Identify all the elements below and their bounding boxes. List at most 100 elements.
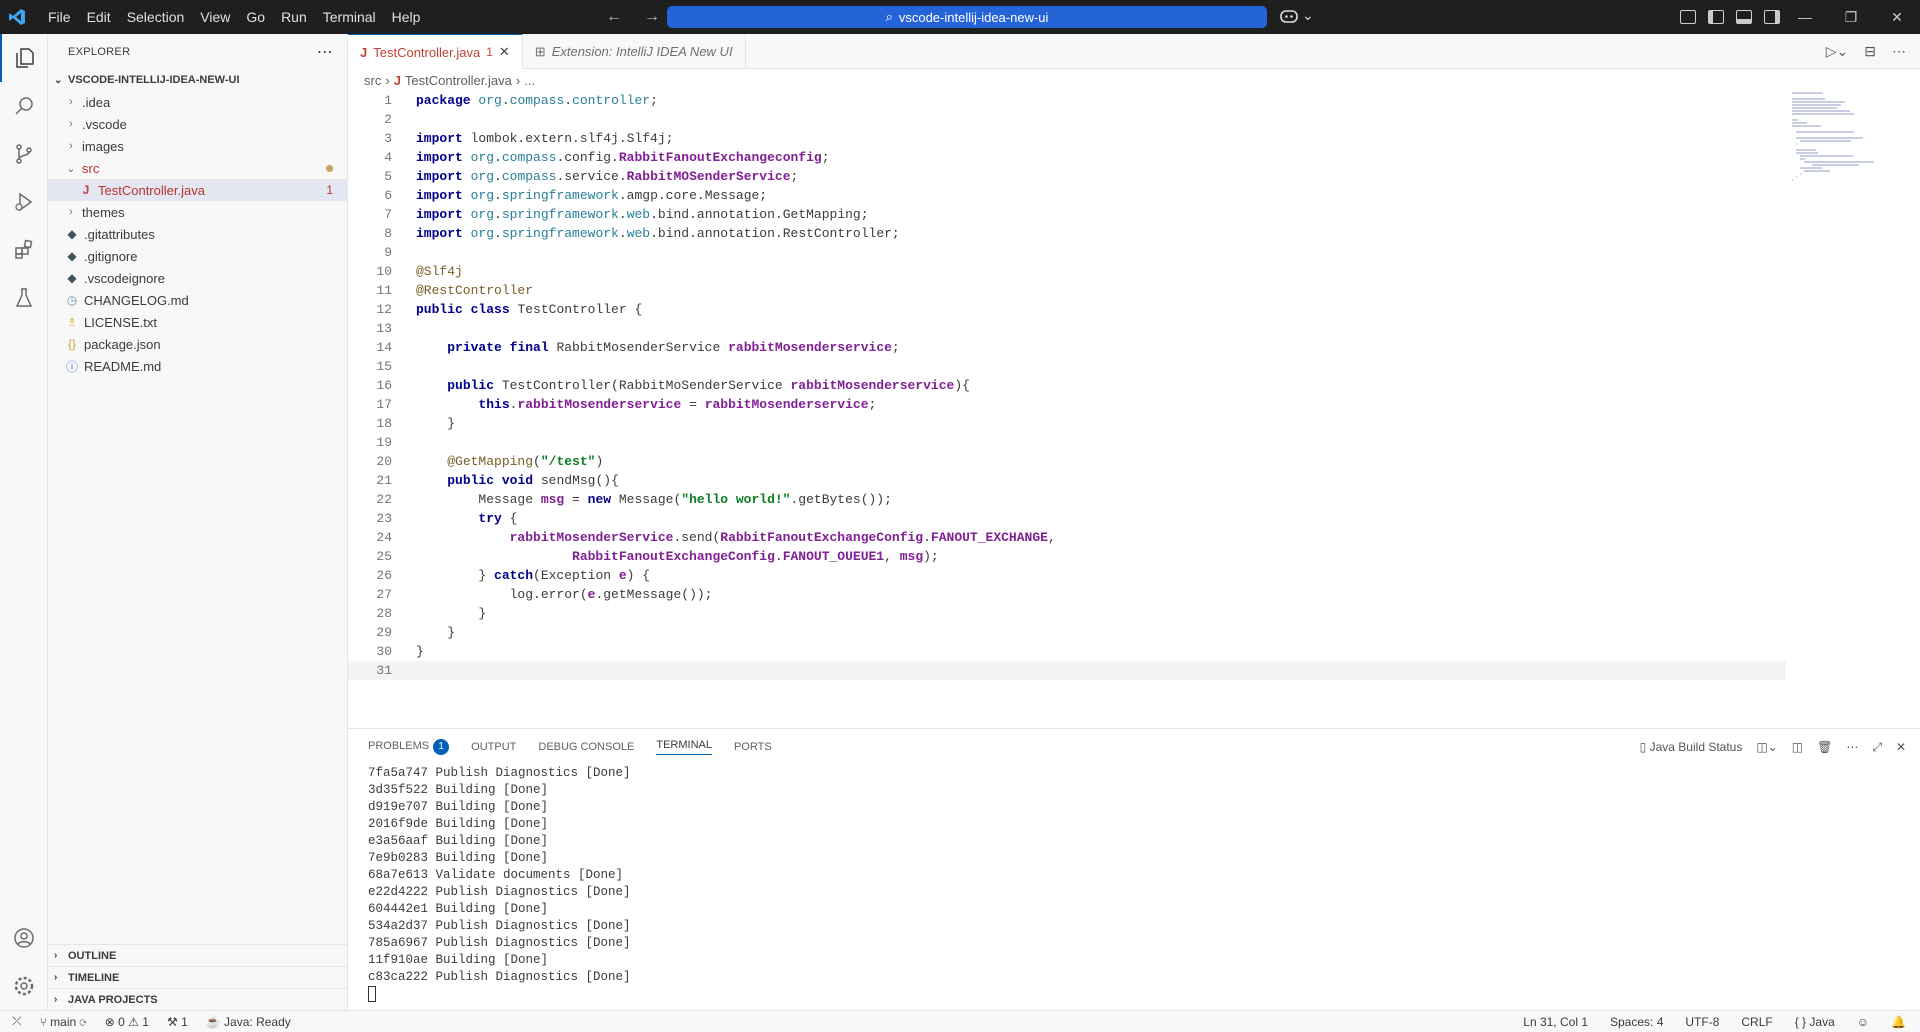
remote-icon[interactable]: ⤫ [12, 1014, 22, 1029]
language-mode[interactable]: { } Java [1795, 1015, 1835, 1029]
code-line[interactable]: 4 import org.compass.config.RabbitFanoutE… [348, 148, 1786, 167]
code-line[interactable]: 19 [348, 433, 1786, 452]
indentation[interactable]: Spaces: 4 [1610, 1015, 1663, 1029]
code-line[interactable]: 5 import org.compass.service.RabbitMOSend… [348, 167, 1786, 186]
more-actions-icon[interactable]: ⋯ [1892, 43, 1906, 60]
code-line[interactable]: 30} [348, 642, 1786, 661]
code-line[interactable]: 11 @RestController [348, 281, 1786, 300]
customize-layout-icon[interactable] [1680, 10, 1696, 24]
notifications-bell-icon[interactable]: 🔔 [1891, 1015, 1906, 1029]
code-line[interactable]: 2 [348, 110, 1786, 129]
end-of-line[interactable]: CRLF [1741, 1015, 1772, 1029]
tree-item[interactable]: ♗ LICENSE.txt [48, 311, 347, 333]
tree-item[interactable]: J TestController.java 1 [48, 179, 347, 201]
code-line[interactable]: 3 import lombok.extern.slf4j.Slf4j; [348, 129, 1786, 148]
toggle-primary-sidebar-icon[interactable] [1708, 10, 1724, 24]
code-line[interactable]: 31 [348, 661, 1786, 680]
tree-item[interactable]: ◷ CHANGELOG.md [48, 289, 347, 311]
code-line[interactable]: 25 RabbitFanoutExchangeConfig.FANOUT_OUE… [348, 547, 1786, 566]
code-line[interactable]: 15 [348, 357, 1786, 376]
section-outline[interactable]: › OUTLINE [48, 944, 348, 966]
tab-output[interactable]: OUTPUT [471, 741, 516, 753]
tab-problems[interactable]: PROBLEMS 1 [368, 739, 450, 755]
search-icon[interactable] [0, 82, 48, 130]
tree-item[interactable]: › themes [48, 201, 347, 223]
new-terminal-icon[interactable]: ◫⌄ [1756, 740, 1777, 754]
command-center[interactable]: ⌕ vscode-intellij-idea-new-ui [667, 6, 1267, 28]
restore-icon[interactable]: ❐ [1828, 0, 1874, 34]
tree-item[interactable]: ⓘ README.md [48, 355, 347, 377]
code-line[interactable]: 22 Message msg = new Message("hello worl… [348, 490, 1786, 509]
code-line[interactable]: 10 @Slf4j [348, 262, 1786, 281]
branch-status[interactable]: ⑂ main ⟳ [40, 1015, 87, 1029]
account-icon[interactable] [0, 914, 48, 962]
menu-run[interactable]: Run [273, 0, 315, 34]
problems-status[interactable]: ⊗ 0 ⚠ 1 [105, 1015, 149, 1029]
explorer-icon[interactable] [0, 34, 48, 82]
close-tab-icon[interactable]: ✕ [499, 44, 510, 60]
code-line[interactable]: 29 } [348, 623, 1786, 642]
menu-go[interactable]: Go [238, 0, 273, 34]
close-panel-icon[interactable]: ✕ [1896, 740, 1906, 754]
code-line[interactable]: 28 } [348, 604, 1786, 623]
split-terminal-icon[interactable]: ◫ [1792, 740, 1803, 754]
code-line[interactable]: 6 import org.springframework.amgp.core.Me… [348, 186, 1786, 205]
code-line[interactable]: 8 import org.springframework.web.bind.ann… [348, 224, 1786, 243]
java-status[interactable]: ☕ Java: Ready [206, 1015, 291, 1029]
ports-status[interactable]: ⚒ 1 [167, 1015, 188, 1029]
encoding[interactable]: UTF-8 [1685, 1015, 1719, 1029]
menu-edit[interactable]: Edit [79, 0, 119, 34]
copilot-status-icon[interactable]: ☺ [1857, 1015, 1869, 1029]
extensions-icon[interactable] [0, 226, 48, 274]
tree-item[interactable]: › .idea [48, 91, 347, 113]
code-line[interactable]: 27 log.error(e.getMessage()); [348, 585, 1786, 604]
code-line[interactable]: 21 public void sendMsg(){ [348, 471, 1786, 490]
code-line[interactable]: 9 [348, 243, 1786, 262]
menu-file[interactable]: File [40, 0, 79, 34]
tree-item[interactable]: {} package.json [48, 333, 347, 355]
tree-item[interactable]: ◆ .gitignore [48, 245, 347, 267]
code-line[interactable]: 26 } catch(Exception e) { [348, 566, 1786, 585]
split-editor-icon[interactable]: ⊟ [1864, 43, 1876, 60]
more-actions-icon[interactable]: ⋯ [317, 42, 333, 62]
tab-testcontroller[interactable]: J TestController.java 1 ✕ [348, 34, 523, 69]
code-line[interactable]: 20 @GetMapping("/test") [348, 452, 1786, 471]
code-line[interactable]: 18 } [348, 414, 1786, 433]
menu-selection[interactable]: Selection [119, 0, 193, 34]
minimize-icon[interactable]: — [1782, 0, 1828, 34]
section-timeline[interactable]: › TIMELINE [48, 966, 348, 988]
workspace-root[interactable]: ⌄ VSCODE-INTELLIJ-IDEA-NEW-UI [48, 69, 347, 91]
maximize-panel-icon[interactable]: ⤢ [1872, 740, 1882, 755]
minimap[interactable] [1786, 91, 1920, 728]
breadcrumb-file[interactable]: TestController.java [405, 73, 512, 88]
breadcrumb-symbol[interactable]: ... [524, 73, 535, 88]
terminal-output[interactable]: 7fa5a747 Publish Diagnostics [Done] 3d35f… [348, 765, 1920, 1003]
tab-debug-console[interactable]: DEBUG CONSOLE [538, 741, 634, 753]
source-control-icon[interactable] [0, 130, 48, 178]
forward-arrow-icon[interactable]: → [644, 8, 660, 26]
code-line[interactable]: 17 this.rabbitMosenderservice = rabbitMo… [348, 395, 1786, 414]
code-line[interactable]: 7 import org.springframework.web.bind.ann… [348, 205, 1786, 224]
breadcrumb-src[interactable]: src [364, 73, 381, 88]
code-line[interactable]: 23 try { [348, 509, 1786, 528]
tree-item[interactable]: › images [48, 135, 347, 157]
section-java-projects[interactable]: › JAVA PROJECTS [48, 988, 348, 1010]
tree-item[interactable]: ◆ .vscodeignore [48, 267, 347, 289]
settings-gear-icon[interactable] [0, 962, 48, 1010]
code-line[interactable]: 1 package org.compass.controller; [348, 91, 1786, 110]
close-icon[interactable]: ✕ [1874, 0, 1920, 34]
tab-extension[interactable]: ⊞ Extension: IntelliJ IDEA New UI [523, 34, 746, 69]
trash-icon[interactable]: 🗑 [1817, 740, 1832, 754]
tree-item[interactable]: ◆ .gitattributes [48, 223, 347, 245]
run-debug-icon[interactable] [0, 178, 48, 226]
tab-terminal[interactable]: TERMINAL [656, 739, 712, 755]
tree-item[interactable]: ⌄ src [48, 157, 347, 179]
code-line[interactable]: 12 public class TestController { [348, 300, 1786, 319]
code-line[interactable]: 14 private final RabbitMosenderService r… [348, 338, 1786, 357]
code-line[interactable]: 16 public TestController(RabbitMoSenderS… [348, 376, 1786, 395]
terminal-cursor[interactable] [368, 986, 1920, 1003]
testing-icon[interactable] [0, 274, 48, 322]
toggle-secondary-sidebar-icon[interactable] [1764, 10, 1780, 24]
code-editor[interactable]: 1 package org.compass.controller; 2 3 import… [348, 91, 1786, 728]
menu-view[interactable]: View [192, 0, 238, 34]
